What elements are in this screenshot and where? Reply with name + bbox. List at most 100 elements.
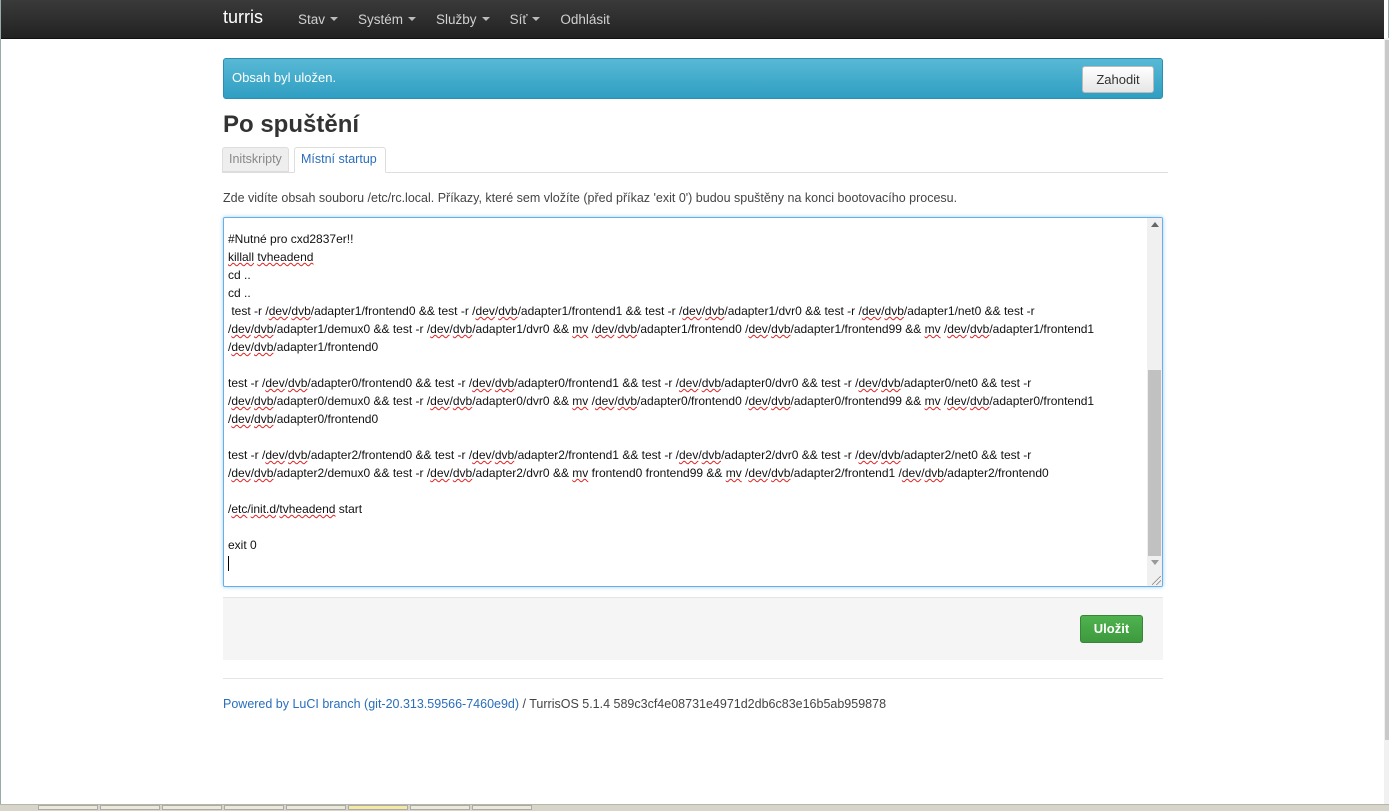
spellcheck-word: dev [947, 322, 967, 336]
code-line: #Nutné pro cxd2837er!! [228, 232, 354, 246]
spellcheck-word: dev [594, 394, 615, 408]
nav-item-stav[interactable]: Stav [298, 11, 339, 27]
taskbar-button[interactable] [286, 805, 346, 810]
editor-content[interactable]: #Nutné pro cxd2837er!! killall tvheadend c… [228, 218, 1133, 572]
code-line: cd .. [228, 268, 251, 282]
form-actions: Uložit [223, 597, 1163, 660]
code-line: exit 0 [228, 538, 257, 552]
taskbar-button[interactable] [224, 805, 284, 810]
taskbar-button[interactable] [410, 805, 470, 810]
spellcheck-word: mv [924, 322, 941, 336]
spellcheck-word: dev [231, 412, 251, 426]
spellcheck-word: dvb [881, 448, 901, 462]
nav-item-label: Služby [436, 11, 477, 27]
spellcheck-word: killall [228, 250, 255, 264]
spellcheck-word: dev [901, 466, 922, 480]
spellcheck-word: dvb [291, 304, 311, 318]
taskbar-button[interactable] [38, 805, 98, 810]
spellcheck-word: dvb [452, 394, 473, 408]
spellcheck-word: dvb [254, 394, 274, 408]
spellcheck-word: mv [725, 466, 742, 480]
spellcheck-word: dvb [494, 376, 515, 390]
spellcheck-word: dev [748, 466, 768, 480]
spellcheck-word: mv [924, 394, 941, 408]
code-line: test -r /dev/dvb/adapter1/frontend0 && t… [228, 304, 1098, 354]
top-navbar: turris Stav Systém Služby Síť Odhlásit [1, 0, 1384, 39]
spellcheck-word: dev [748, 322, 768, 336]
spellcheck-word: dvb [288, 448, 308, 462]
spellcheck-word: tvheadend [279, 502, 336, 516]
spellcheck-word: dev [472, 448, 492, 462]
spellcheck-word: dev [265, 448, 285, 462]
rc-local-textarea[interactable]: #Nutné pro cxd2837er!! killall tvheadend c… [223, 217, 1163, 587]
spellcheck-word: dvb [701, 376, 722, 390]
spellcheck-word: tvheadend [257, 250, 314, 264]
page-description: Zde vidíte obsah souboru /etc/rc.local. … [223, 191, 958, 205]
caret-down-icon [408, 17, 417, 21]
spellcheck-word: dev [430, 394, 450, 408]
tab-initskripty[interactable]: Initskripty [222, 147, 289, 172]
spellcheck-word: dev [268, 304, 289, 318]
nav-item-label: Stav [298, 11, 326, 27]
spellcheck-word: dev [748, 394, 768, 408]
spellcheck-word: dev [475, 304, 495, 318]
editor-scrollbar[interactable] [1147, 218, 1162, 586]
spellcheck-word: dvb [881, 376, 901, 390]
editor-scrollbar-thumb[interactable] [1148, 370, 1161, 556]
text-cursor [228, 556, 229, 572]
caret-down-icon [532, 17, 541, 21]
spellcheck-word: dev [231, 466, 251, 480]
tab-mistni-startup[interactable]: Místní startup [294, 147, 386, 173]
scroll-down-arrow-icon[interactable] [1151, 560, 1159, 565]
dismiss-button[interactable]: Zahodit [1082, 66, 1154, 93]
taskbar-button-active[interactable] [348, 805, 408, 810]
spellcheck-word: mv [572, 394, 589, 408]
spellcheck-word: dev [679, 376, 699, 390]
nav-item-sluzby[interactable]: Služby [436, 12, 490, 27]
caret-down-icon [481, 17, 490, 21]
spellcheck-word: dev [679, 448, 699, 462]
nav-item-label: Odhlásit [560, 11, 610, 27]
nav-item-logout[interactable]: Odhlásit [560, 12, 610, 27]
spellcheck-word: dev [231, 340, 251, 354]
spellcheck-word: dvb [254, 322, 274, 336]
spellcheck-word: dev [231, 322, 251, 336]
alert-message: Obsah byl uložen. [232, 70, 337, 85]
spellcheck-word: dev [430, 466, 450, 480]
code-line: /etc/init.d/tvheadend start [228, 502, 363, 516]
spellcheck-word: dvb [254, 466, 274, 480]
spellcheck-word: mv [572, 322, 589, 336]
code-line: cd .. [228, 286, 251, 300]
spellcheck-word: dev [231, 394, 251, 408]
save-button[interactable]: Uložit [1080, 615, 1143, 643]
spellcheck-word: dev [265, 376, 285, 390]
page-scrollbar-thumb[interactable] [1385, 40, 1389, 740]
taskbar-button[interactable] [100, 805, 160, 810]
scroll-up-arrow-icon[interactable] [1151, 222, 1159, 227]
brand-logo[interactable]: turris [223, 7, 263, 28]
taskbar-button[interactable] [162, 805, 222, 810]
spellcheck-word: dvb [254, 340, 274, 354]
spellcheck-word: dvb [924, 466, 944, 480]
spellcheck-word: dvb [494, 448, 515, 462]
taskbar-button[interactable] [472, 805, 532, 810]
footer-divider [223, 678, 1163, 679]
spellcheck-word: dev [594, 322, 615, 336]
spellcheck-word: dvb [288, 376, 308, 390]
spellcheck-word: dvb [498, 304, 518, 318]
nav-item-system[interactable]: Systém [358, 11, 417, 27]
page-title: Po spuštění [223, 111, 360, 138]
spellcheck-word: dev [861, 304, 882, 318]
spellcheck-word: dvb [771, 394, 791, 408]
text-cursor-line [228, 554, 1133, 572]
editor-lines: #Nutné pro cxd2837er!! killall tvheadend c… [228, 230, 1133, 554]
luci-link[interactable]: Powered by LuCI branch (git-20.313.59566… [223, 697, 519, 711]
success-alert: Obsah byl uložen. Zahodit [223, 58, 1163, 99]
code-line: test -r /dev/dvb/adapter2/frontend0 && t… [228, 448, 1049, 480]
nav-item-sit[interactable]: Síť [510, 12, 541, 27]
spellcheck-word: dev [858, 448, 878, 462]
resize-handle-icon[interactable] [1152, 576, 1161, 585]
nav-item-label: Systém [358, 11, 404, 27]
